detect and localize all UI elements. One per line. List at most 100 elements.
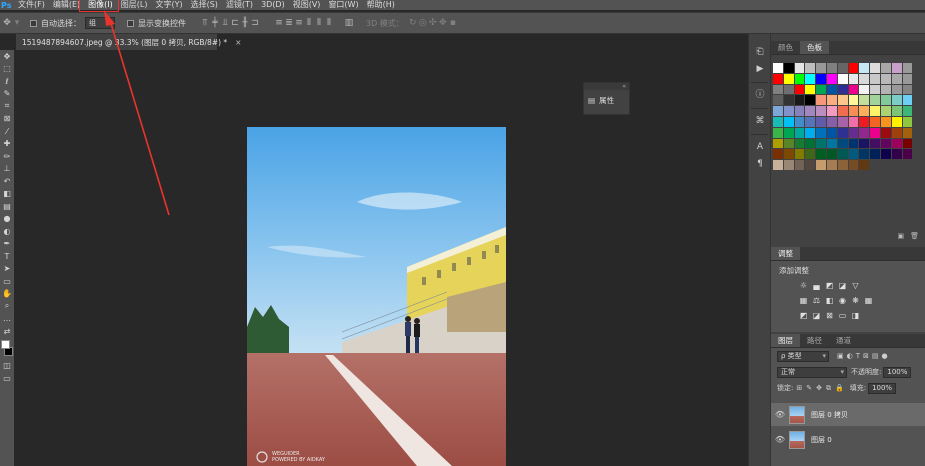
color-swatch[interactable] xyxy=(837,106,849,117)
color-swatch[interactable] xyxy=(773,106,784,117)
color-swatch[interactable] xyxy=(826,95,838,107)
color-swatch[interactable] xyxy=(794,73,806,85)
color-swatch[interactable] xyxy=(816,160,827,171)
color-swatch[interactable] xyxy=(816,138,827,150)
history-panel-icon[interactable]: ⎗ xyxy=(749,44,771,61)
threshold-icon[interactable]: ⊠ xyxy=(823,311,836,321)
color-swatch[interactable] xyxy=(805,138,817,150)
color-swatch[interactable] xyxy=(783,95,795,107)
color-swatch[interactable] xyxy=(859,138,871,150)
color-swatch[interactable] xyxy=(816,63,827,74)
tab-adjustments[interactable]: 调整 xyxy=(771,247,800,260)
opacity-input[interactable]: 100% xyxy=(883,366,912,378)
color-swatch[interactable] xyxy=(826,149,838,161)
color-swatch[interactable] xyxy=(773,95,784,107)
color-swatch[interactable] xyxy=(848,160,860,171)
posterize-icon[interactable]: ◪ xyxy=(810,311,823,321)
exposure-icon[interactable]: ◪ xyxy=(836,281,849,291)
color-swatch[interactable] xyxy=(870,95,881,107)
lock-image-icon[interactable]: ✎ xyxy=(806,384,812,393)
color-swatch[interactable] xyxy=(880,95,892,107)
curves-icon[interactable]: ◩ xyxy=(823,281,836,291)
color-lookup-icon[interactable]: ▦ xyxy=(862,296,875,306)
color-swatch[interactable] xyxy=(783,116,795,128)
color-swatch[interactable] xyxy=(783,63,795,74)
color-swatch[interactable] xyxy=(859,127,871,139)
color-swatch[interactable] xyxy=(837,95,849,107)
color-swatch[interactable] xyxy=(880,116,892,128)
vibrance-icon[interactable]: ▽ xyxy=(849,281,862,291)
color-swatch[interactable] xyxy=(891,63,903,74)
color-swatch[interactable] xyxy=(783,84,795,96)
color-swatch[interactable] xyxy=(816,95,827,107)
color-swatch[interactable] xyxy=(902,116,914,128)
fill-input[interactable]: 100% xyxy=(868,382,897,394)
color-swatch[interactable] xyxy=(783,149,795,161)
color-swatch[interactable] xyxy=(773,160,784,171)
filter-toggle-icon[interactable]: ● xyxy=(882,352,888,360)
color-swatch[interactable] xyxy=(848,149,860,161)
color-swatch[interactable] xyxy=(783,160,795,171)
tab-color[interactable]: 颜色 xyxy=(771,41,800,54)
tab-channels[interactable]: 通道 xyxy=(829,334,858,347)
color-swatch[interactable] xyxy=(826,127,838,139)
color-swatch[interactable] xyxy=(805,95,817,107)
color-swatch[interactable] xyxy=(773,127,784,139)
color-swatch[interactable] xyxy=(805,149,817,161)
color-swatch[interactable] xyxy=(870,138,881,150)
color-swatch[interactable] xyxy=(859,149,871,161)
layer-filter-dropdown[interactable]: ρ 类型 ▾ xyxy=(777,350,829,362)
color-swatch[interactable] xyxy=(783,138,795,150)
color-balance-icon[interactable]: ⚖ xyxy=(810,296,823,306)
color-swatch[interactable] xyxy=(816,106,827,117)
levels-icon[interactable]: ▄ xyxy=(810,281,823,291)
tab-paths[interactable]: 路径 xyxy=(800,334,829,347)
info-panel-icon[interactable]: ⓘ xyxy=(749,87,771,104)
color-swatch[interactable] xyxy=(773,138,784,150)
color-swatch[interactable] xyxy=(848,84,860,96)
color-swatch[interactable] xyxy=(816,127,827,139)
properties-collapse-icon[interactable]: « xyxy=(584,83,629,90)
color-swatch[interactable] xyxy=(816,149,827,161)
color-swatch[interactable] xyxy=(794,138,806,150)
pixel-filter-icon[interactable]: ▣ xyxy=(837,352,844,360)
color-swatch[interactable] xyxy=(837,84,849,96)
color-swatch[interactable] xyxy=(826,138,838,150)
lock-transparent-icon[interactable]: ⊞ xyxy=(796,384,802,393)
color-swatch[interactable] xyxy=(837,138,849,150)
color-swatch[interactable] xyxy=(837,73,849,85)
color-swatch[interactable] xyxy=(773,116,784,128)
hue-saturation-icon[interactable]: ▦ xyxy=(797,296,810,306)
color-swatch[interactable] xyxy=(773,63,784,74)
delete-swatch-icon[interactable]: 🗑 xyxy=(910,232,919,242)
smart-object-filter-icon[interactable]: ▤ xyxy=(872,352,879,360)
color-swatch[interactable] xyxy=(902,84,914,96)
color-swatch[interactable] xyxy=(870,73,881,85)
color-swatch[interactable] xyxy=(773,149,784,161)
color-swatch[interactable] xyxy=(891,73,903,85)
color-swatch[interactable] xyxy=(891,149,903,161)
color-swatch[interactable] xyxy=(826,116,838,128)
color-swatch[interactable] xyxy=(805,84,817,96)
color-swatch[interactable] xyxy=(783,106,795,117)
lock-all-icon[interactable]: 🔒 xyxy=(835,384,844,393)
color-swatch[interactable] xyxy=(859,106,871,117)
color-swatch[interactable] xyxy=(794,106,806,117)
color-swatch[interactable] xyxy=(880,127,892,139)
color-swatch[interactable] xyxy=(870,106,881,117)
color-swatch[interactable] xyxy=(805,73,817,85)
color-swatch[interactable] xyxy=(859,116,871,128)
color-swatch[interactable] xyxy=(783,127,795,139)
color-swatch[interactable] xyxy=(902,95,914,107)
selective-color-icon[interactable]: ◨ xyxy=(849,311,862,321)
color-swatch[interactable] xyxy=(902,149,914,161)
color-swatch[interactable] xyxy=(794,149,806,161)
color-swatch[interactable] xyxy=(880,84,892,96)
color-swatch[interactable] xyxy=(848,73,860,85)
color-swatch[interactable] xyxy=(794,84,806,96)
color-swatch[interactable] xyxy=(848,116,860,128)
brightness-contrast-icon[interactable]: ☼ xyxy=(797,281,810,291)
brush-settings-icon[interactable]: ⌘ xyxy=(749,113,771,130)
paragraph-panel-icon[interactable]: ¶ xyxy=(749,156,771,173)
color-swatch[interactable] xyxy=(880,73,892,85)
